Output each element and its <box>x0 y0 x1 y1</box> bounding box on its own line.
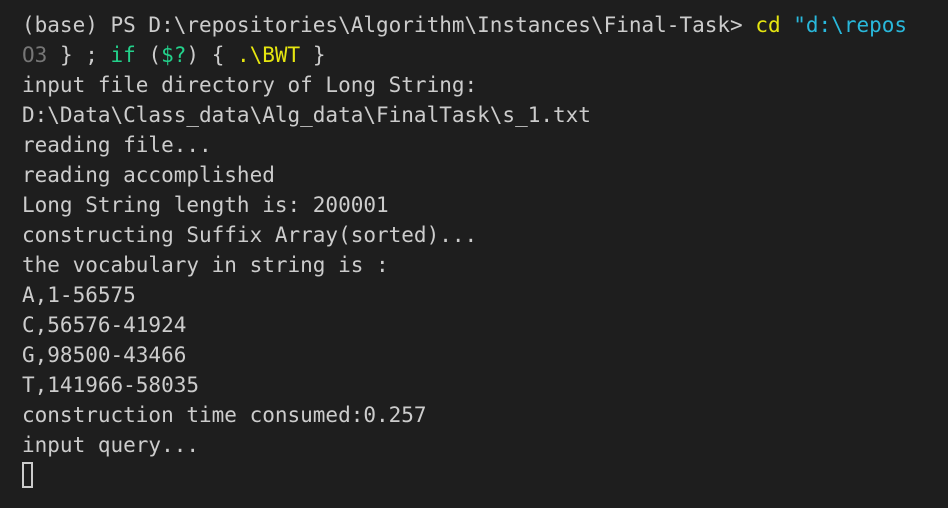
continuation-text: ( <box>135 43 162 67</box>
text-cursor <box>22 462 33 488</box>
command-continuation-line: O3 } ; if ($?) { .\BWT } <box>22 40 948 70</box>
if-keyword: if <box>110 43 136 67</box>
output-line: D:\Data\Class_data\Alg_data\FinalTask\s_… <box>22 103 591 127</box>
output-line: A,1-56575 <box>22 283 136 307</box>
output-line: C,56576-41924 <box>22 313 187 337</box>
prompt-command: cd <box>755 13 781 37</box>
terminal-window[interactable]: (base) PS D:\repositories\Algorithm\Inst… <box>0 0 948 508</box>
output-line: construction time consumed:0.257 <box>22 403 427 427</box>
output-line: Long String length is: 200001 <box>22 193 389 217</box>
output-line: G,98500-43466 <box>22 343 187 367</box>
prompt-prefix: (base) PS D:\repositories\Algorithm\Inst… <box>22 13 756 37</box>
exit-status-variable: $? <box>161 43 187 67</box>
continuation-text: ) { <box>186 43 237 67</box>
continuation-fragment: O3 <box>22 43 48 67</box>
output-line: the vocabulary in string is : <box>22 253 389 277</box>
output-line: input query... <box>22 433 200 457</box>
executable-name: .\BWT <box>236 43 301 67</box>
input-line[interactable] <box>22 460 948 490</box>
continuation-text: } <box>300 43 326 67</box>
output-line: constructing Suffix Array(sorted)... <box>22 223 478 247</box>
output-line: input file directory of Long String: <box>22 73 478 97</box>
output-line: T,141966-58035 <box>22 373 200 397</box>
prompt-argument: "d:\repos <box>780 13 908 37</box>
output-line: reading accomplished <box>22 163 275 187</box>
continuation-text: } ; <box>47 43 111 67</box>
prompt-line: (base) PS D:\repositories\Algorithm\Inst… <box>22 10 948 40</box>
output-line: reading file... <box>22 133 212 157</box>
